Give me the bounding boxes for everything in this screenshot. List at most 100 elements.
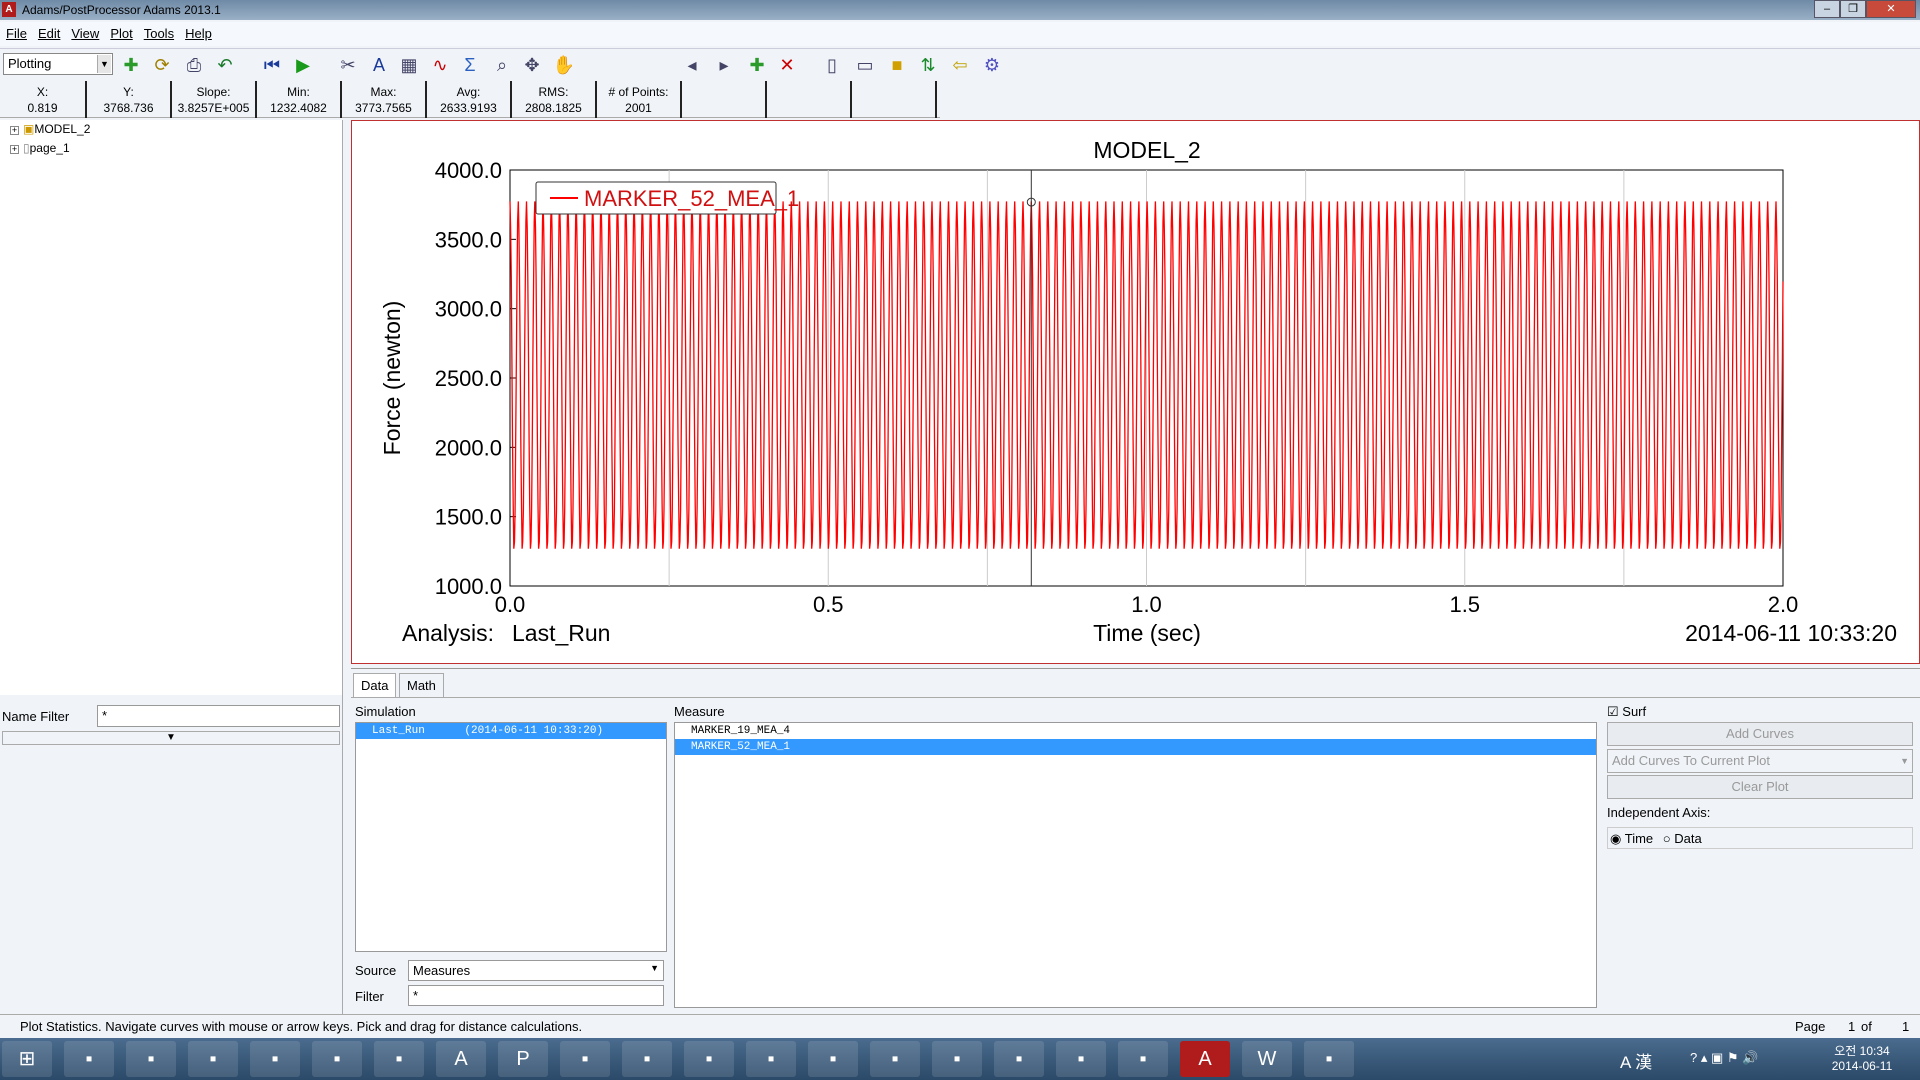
norton-icon[interactable]: ▪ [622,1041,672,1077]
data-radio[interactable]: ○ Data [1663,831,1702,846]
analysis-name: Last_Run [512,620,610,646]
page-number: 1 [1848,1019,1856,1034]
a-icon[interactable]: A [436,1041,486,1077]
app-icon[interactable]: ▪ [808,1041,858,1077]
app-icon[interactable]: ▪ [560,1041,610,1077]
left-filter-area: Name Filter * ▼ [0,695,343,1015]
play-icon[interactable]: ▶ [291,53,315,77]
sum-icon[interactable]: Σ [458,53,482,77]
app-icon[interactable]: ▪ [1118,1041,1168,1077]
clock[interactable]: 오전 10:34 2014-06-11 [1822,1042,1902,1073]
add-mode-select[interactable]: Add Curves To Current Plot ▼ [1607,749,1913,773]
table-icon[interactable]: ▦ [397,53,421,77]
stat-value: 2808.1825 [525,101,582,115]
app-icon[interactable]: ▪ [250,1041,300,1077]
app-icon[interactable]: ▪ [1056,1041,1106,1077]
stat-label: Min: [287,85,310,99]
p-icon[interactable]: P [498,1041,548,1077]
time-radio[interactable]: ◉ Time [1610,831,1653,846]
source-select[interactable]: Measures ▼ [408,960,664,981]
x-tick-label: 0.5 [813,592,844,617]
exit-icon[interactable]: ⇦ [948,53,972,77]
menu-edit[interactable]: Edit [32,22,65,41]
adams-icon[interactable]: A [1180,1041,1230,1077]
list-item[interactable]: MARKER_52_MEA_1 [675,739,1596,755]
minimize-button[interactable]: – [1814,0,1840,18]
y-tick-label: 2000.0 [435,435,502,460]
list-item[interactable]: MARKER_19_MEA_4 [675,723,1596,739]
delete-page-icon[interactable]: ✕ [775,53,799,77]
menu-view[interactable]: View [65,22,104,41]
app-icon[interactable]: ▪ [312,1041,362,1077]
ime-indicator[interactable]: A 漢 [1620,1048,1652,1073]
app-icon[interactable]: ▪ [1304,1041,1354,1077]
add-mode-value: Add Curves To Current Plot [1612,753,1770,768]
layout-3-icon[interactable]: ■ [885,53,909,77]
prev-page-icon[interactable]: ◂ [680,53,704,77]
explorer-icon[interactable]: ▪ [126,1041,176,1077]
clear-plot-button[interactable]: Clear Plot [1607,775,1913,799]
tab-math[interactable]: Math [399,673,444,697]
toolbar: Plotting ▼ ✚ ⟳ ⎙ ↶ ⏮ ▶ ✂ A ▦ ∿ Σ ⌕ ✥ ✋ ◂ ▸ ✚ ✕ ▯ ▭ ■ ⇅ ⇦ ⚙ [0,48,1920,80]
name-filter-input[interactable]: * [97,705,340,727]
y-tick-label: 2500.0 [435,366,502,391]
windows-start-icon[interactable]: ⊞ [2,1041,52,1077]
tab-data[interactable]: Data [353,673,397,697]
add-curves-button[interactable]: Add Curves [1607,722,1913,746]
settings-icon[interactable]: ⚙ [980,53,1004,77]
app-logo: A [2,2,16,17]
x-axis-label: Time (sec) [1093,620,1201,646]
refresh-icon[interactable]: ⟳ [150,53,174,77]
print-icon[interactable]: ⎙ [182,53,206,77]
ansys-icon[interactable]: ▪ [374,1041,424,1077]
next-page-icon[interactable]: ▸ [712,53,736,77]
tools-icon[interactable]: ✂ [336,53,360,77]
layout-2-icon[interactable]: ▭ [853,53,877,77]
page-label: Page [1795,1019,1826,1034]
zoom-box-icon[interactable]: ⌕ [490,53,514,77]
app-icon[interactable]: ▪ [746,1041,796,1077]
measure-label: Measure [674,704,725,719]
fit-icon[interactable]: ✥ [520,53,544,77]
media-icon[interactable]: ▪ [188,1041,238,1077]
maximize-button[interactable]: ❐ [1840,0,1866,18]
tree-item-model[interactable]: + ▣MODEL_2 [10,122,90,136]
tray-icons[interactable]: ? ▴ ▣ ⚑ 🔊 [1690,1050,1758,1066]
close-button[interactable]: ✕ [1866,0,1916,18]
tree-item-page[interactable]: + ▯page_1 [10,141,70,155]
curve-edit-icon[interactable]: ∿ [428,53,452,77]
undo-icon[interactable]: ↶ [213,53,237,77]
chevron-down-icon: ▼ [650,963,659,973]
mode-value: Plotting [8,56,52,71]
menu-help[interactable]: Help [179,22,217,41]
chart[interactable]: 0.0 0.5 1.0 1.5 2.01000.01500.02000.02500.03… [352,121,1919,663]
layout-1-icon[interactable]: ▯ [820,53,844,77]
plot-area[interactable]: 0.0 0.5 1.0 1.5 2.0 1000.0 1500.0 2000.0 2500.0 3… [351,120,1920,664]
pan-hand-icon[interactable]: ✋ [552,53,576,77]
menu-file[interactable]: File [0,22,32,41]
mode-select[interactable]: Plotting ▼ [3,53,113,75]
ie-icon[interactable]: ▪ [64,1041,114,1077]
app-icon[interactable]: ▪ [932,1041,982,1077]
text-icon[interactable]: A [367,53,391,77]
list-item[interactable]: Last_Run (2014-06-11 10:33:20) [356,723,666,739]
swap-icon[interactable]: ⇅ [916,53,940,77]
measure-list[interactable]: MARKER_19_MEA_4 MARKER_52_MEA_1 [674,722,1597,1008]
word-icon[interactable]: W [1242,1041,1292,1077]
expand-arrow-button[interactable]: ▼ [2,731,340,745]
talk-icon[interactable]: ▪ [994,1041,1044,1077]
menu-plot[interactable]: Plot [104,22,137,41]
new-page-icon[interactable]: ✚ [745,53,769,77]
surf-checkbox[interactable]: ☑ Surf [1607,704,1646,720]
stat-label: # of Points: [608,85,669,99]
menu-tools[interactable]: Tools [138,22,179,41]
rewind-icon[interactable]: ⏮ [260,53,284,77]
excel-icon[interactable]: ▪ [684,1041,734,1077]
stat-3: Min: 1232.4082 [257,81,342,118]
filter-label: Filter [355,989,384,1004]
independent-axis-label: Independent Axis: [1607,805,1711,820]
new-page-icon[interactable]: ✚ [119,53,143,77]
simulation-list[interactable]: Last_Run (2014-06-11 10:33:20) [355,722,667,952]
app-icon[interactable]: ▪ [870,1041,920,1077]
filter-input[interactable]: * [408,985,664,1006]
